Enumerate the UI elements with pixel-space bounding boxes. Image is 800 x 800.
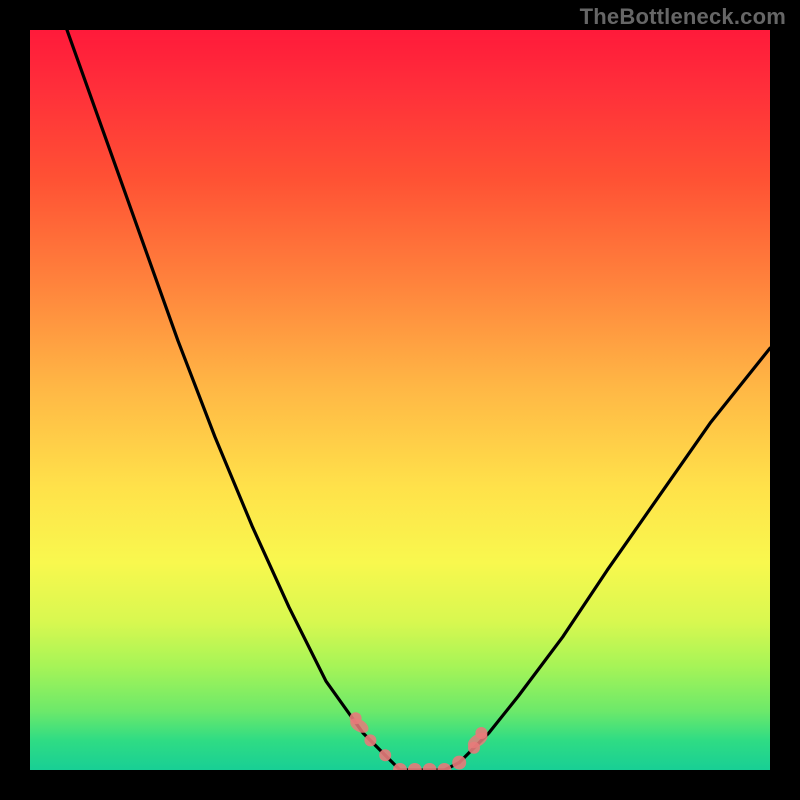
highlight-point [452,756,466,770]
right-branch-path [459,348,770,762]
chart-frame: TheBottleneck.com [0,0,800,800]
highlight-point [423,763,437,770]
highlight-point [437,763,451,770]
highlight-point [408,763,422,770]
watermark-label: TheBottleneck.com [580,4,786,30]
curve-svg [30,30,770,770]
left-branch-path [67,30,385,755]
series-right-branch [459,348,770,762]
series-left-branch [67,30,385,755]
markers-group [348,712,491,770]
highlight-point [379,749,391,761]
plot-area [30,30,770,770]
highlight-point [364,734,376,746]
